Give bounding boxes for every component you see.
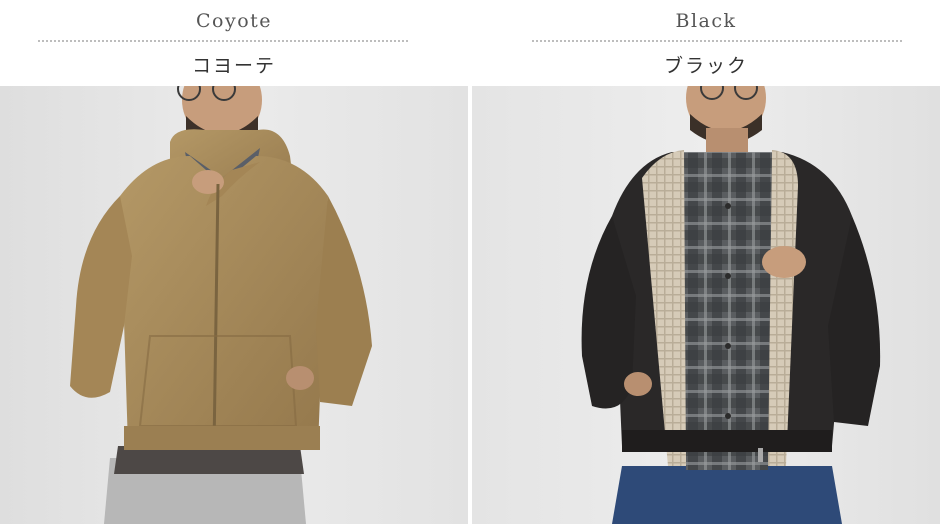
color-variant-coyote: Coyote コヨーテ <box>0 0 468 524</box>
product-photo-black <box>472 86 940 524</box>
model-wearing-coyote-zip-hoodie-icon <box>0 86 468 524</box>
color-name-ja: ブラック <box>663 55 748 77</box>
dotted-divider <box>38 40 408 42</box>
variant-header: Black ブラック <box>472 0 940 86</box>
color-name-en: Black <box>675 10 737 32</box>
dotted-divider <box>532 40 902 42</box>
color-name-ja: コヨーテ <box>191 55 276 77</box>
variant-header: Coyote コヨーテ <box>0 0 468 86</box>
model-wearing-black-zip-hoodie-icon <box>472 86 940 524</box>
color-name-en: Coyote <box>195 10 273 32</box>
color-variant-black: Black ブラック <box>472 0 940 524</box>
product-photo-coyote <box>0 86 468 524</box>
